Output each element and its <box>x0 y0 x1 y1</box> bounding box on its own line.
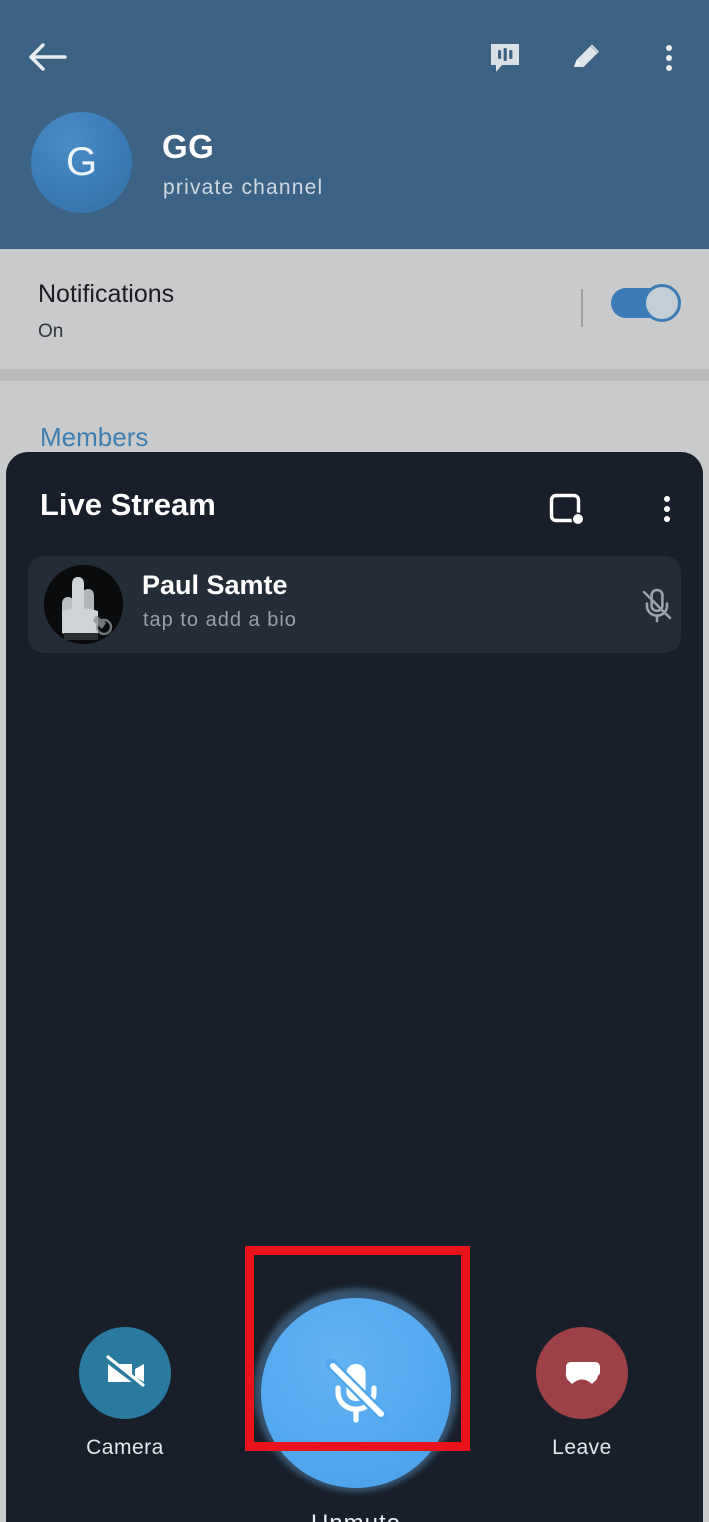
edit-button[interactable] <box>562 34 610 82</box>
participant-avatar <box>44 565 123 644</box>
unmute-button-label: Unmute <box>240 1510 472 1522</box>
leave-button[interactable]: Leave <box>512 1327 652 1460</box>
live-stream-button[interactable] <box>481 34 529 82</box>
phone-screen: G GG private channel Notifications On Me… <box>0 0 709 1522</box>
live-stream-title: Live Stream <box>40 487 216 522</box>
mic-off-icon <box>325 1358 389 1423</box>
unmute-button-area <box>240 1274 472 1506</box>
live-stream-more-button[interactable] <box>644 486 690 532</box>
divider <box>581 289 583 327</box>
call-controls: Camera Unmute <box>6 1252 703 1522</box>
video-camera-off-icon <box>103 1355 147 1391</box>
notifications-row[interactable]: Notifications On <box>0 249 709 369</box>
toggle-knob <box>643 284 681 322</box>
members-section-header: Members <box>40 422 149 452</box>
participant-name: Paul Samte <box>142 570 288 600</box>
live-stream-icon <box>491 44 519 72</box>
unmute-button[interactable] <box>261 1298 451 1488</box>
channel-avatar[interactable]: G <box>31 112 132 213</box>
participant-bio[interactable]: tap to add a bio <box>143 609 297 632</box>
picture-in-picture-button[interactable] <box>543 486 589 532</box>
notifications-value: On <box>38 321 64 342</box>
channel-subtitle: private channel <box>163 176 324 199</box>
section-separator <box>0 369 709 381</box>
phone-hangup-icon <box>565 1362 600 1384</box>
participant-mic-toggle[interactable] <box>632 580 682 630</box>
leave-button-label: Leave <box>552 1436 612 1459</box>
back-button[interactable] <box>25 34 71 80</box>
back-arrow-icon <box>29 43 67 71</box>
leave-button-bubble <box>536 1327 628 1419</box>
camera-button-label: Camera <box>86 1436 164 1459</box>
channel-avatar-initial: G <box>65 140 98 184</box>
notifications-label: Notifications <box>38 280 175 308</box>
participant-row[interactable]: Paul Samte tap to add a bio <box>28 556 681 653</box>
mic-off-icon <box>642 588 672 623</box>
header-more-button[interactable] <box>645 34 693 82</box>
camera-button[interactable]: Camera <box>55 1327 195 1460</box>
edit-icon <box>574 44 599 67</box>
chat-identity: G GG private channel <box>0 112 709 222</box>
notifications-toggle[interactable] <box>611 284 681 322</box>
header-toolbar <box>0 22 709 92</box>
chat-info-header: G GG private channel <box>0 0 709 249</box>
channel-title: GG <box>162 128 215 165</box>
live-stream-panel: Live Stream Paul Samte tap to add a bio … <box>6 452 703 1522</box>
avatar-photo <box>44 565 123 644</box>
camera-button-bubble <box>79 1327 171 1419</box>
kebab-icon <box>664 496 670 522</box>
kebab-icon <box>666 45 672 71</box>
picture-in-picture-icon <box>549 493 584 526</box>
